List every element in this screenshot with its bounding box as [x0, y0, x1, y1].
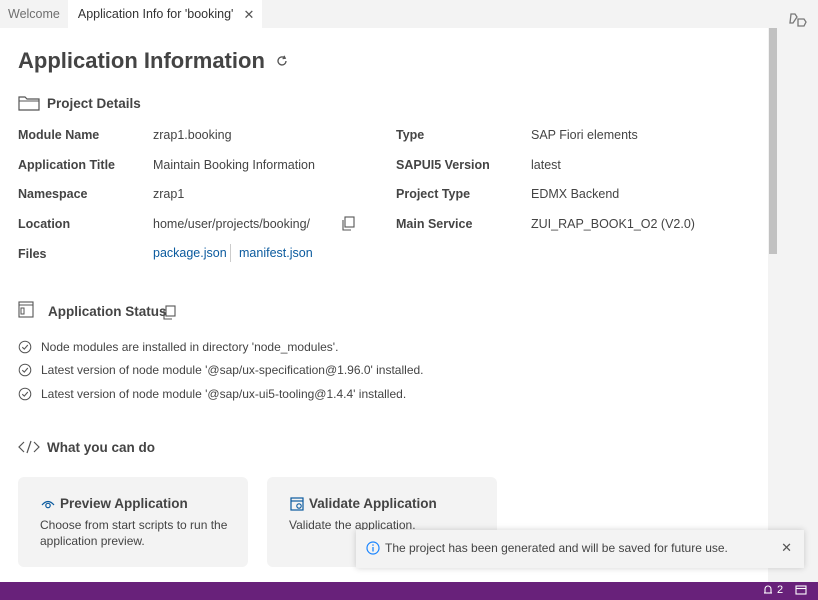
project-type-label: Project Type	[396, 187, 471, 201]
app-title-label: Application Title	[18, 158, 115, 172]
preview-application-card[interactable]: Preview Application Choose from start sc…	[18, 477, 248, 567]
card-description: Choose from start scripts to run the app…	[40, 518, 228, 548]
status-document-icon	[18, 301, 34, 318]
status-item: Node modules are installed in directory …	[18, 340, 338, 354]
package-json-link[interactable]: package.json	[153, 246, 227, 260]
notifications-indicator[interactable]: 2	[762, 584, 783, 596]
close-icon[interactable]: ✕	[243, 8, 254, 21]
status-text: Node modules are installed in directory …	[41, 340, 339, 354]
main-service-label: Main Service	[396, 217, 473, 231]
tab-bar: Welcome Application Info for 'booking' ✕	[0, 0, 778, 28]
section-title-what-you-can-do: What you can do	[47, 440, 155, 455]
type-value: SAP Fiori elements	[531, 128, 638, 142]
copy-icon[interactable]	[341, 216, 355, 231]
status-text: Latest version of node module '@sap/ux-u…	[41, 387, 407, 401]
panel-icon	[795, 585, 807, 595]
info-icon	[366, 541, 380, 555]
manifest-json-link[interactable]: manifest.json	[239, 246, 313, 260]
module-name-label: Module Name	[18, 128, 100, 142]
section-title-project-details: Project Details	[47, 96, 141, 111]
bell-icon	[764, 585, 772, 594]
files-label: Files	[18, 247, 47, 261]
editor-area: Application Information Project Details …	[0, 28, 778, 582]
notification-count: 2	[777, 584, 784, 596]
card-title: Preview Application	[60, 496, 188, 511]
tab-label: Application Info for 'booking'	[77, 7, 234, 21]
close-icon[interactable]: ✕	[781, 540, 792, 556]
type-label: Type	[396, 128, 425, 142]
card-title: Validate Application	[309, 496, 437, 511]
notification-text: The project has been generated and will …	[385, 541, 728, 555]
tab-welcome[interactable]: Welcome	[0, 0, 68, 28]
namespace-value: zrap1	[153, 187, 185, 201]
folder-icon	[18, 96, 40, 111]
refresh-icon[interactable]	[275, 54, 289, 68]
check-circle-icon	[18, 363, 32, 377]
check-circle-icon	[18, 387, 32, 401]
section-title-application-status: Application Status	[48, 304, 167, 319]
sapui5-version-label: SAPUI5 Version	[396, 158, 490, 172]
validate-icon	[290, 497, 304, 511]
project-type-value: EDMX Backend	[531, 187, 620, 201]
divider	[230, 244, 231, 262]
vertical-scrollbar[interactable]	[768, 28, 778, 582]
right-sidebar	[778, 0, 818, 582]
module-name-value: zrap1.booking	[153, 128, 232, 142]
namespace-label: Namespace	[18, 187, 88, 201]
status-text: Latest version of node module '@sap/ux-s…	[41, 363, 424, 377]
main-service-value: ZUI_RAP_BOOK1_O2 (V2.0)	[531, 217, 695, 231]
sapui5-version-value: latest	[531, 158, 561, 172]
status-bar: 2	[0, 582, 818, 600]
status-item: Latest version of node module '@sap/ux-u…	[18, 387, 406, 401]
check-circle-icon	[18, 340, 32, 354]
status-item: Latest version of node module '@sap/ux-s…	[18, 363, 424, 377]
copy-icon[interactable]	[162, 305, 176, 320]
tab-application-info[interactable]: Application Info for 'booking' ✕	[67, 0, 263, 28]
location-label: Location	[18, 217, 71, 231]
tab-label: Welcome	[8, 7, 60, 21]
code-icon	[18, 440, 40, 454]
location-value: home/user/projects/booking/	[153, 217, 311, 231]
app-title-value: Maintain Booking Information	[153, 158, 315, 172]
preview-icon	[41, 500, 55, 509]
scrollbar-thumb[interactable]	[769, 28, 777, 254]
panel-toggle[interactable]	[795, 584, 807, 596]
layout-editor-icon[interactable]	[788, 10, 808, 30]
page-title: Application Information	[18, 48, 265, 73]
notification-toast: The project has been generated and will …	[356, 530, 804, 568]
